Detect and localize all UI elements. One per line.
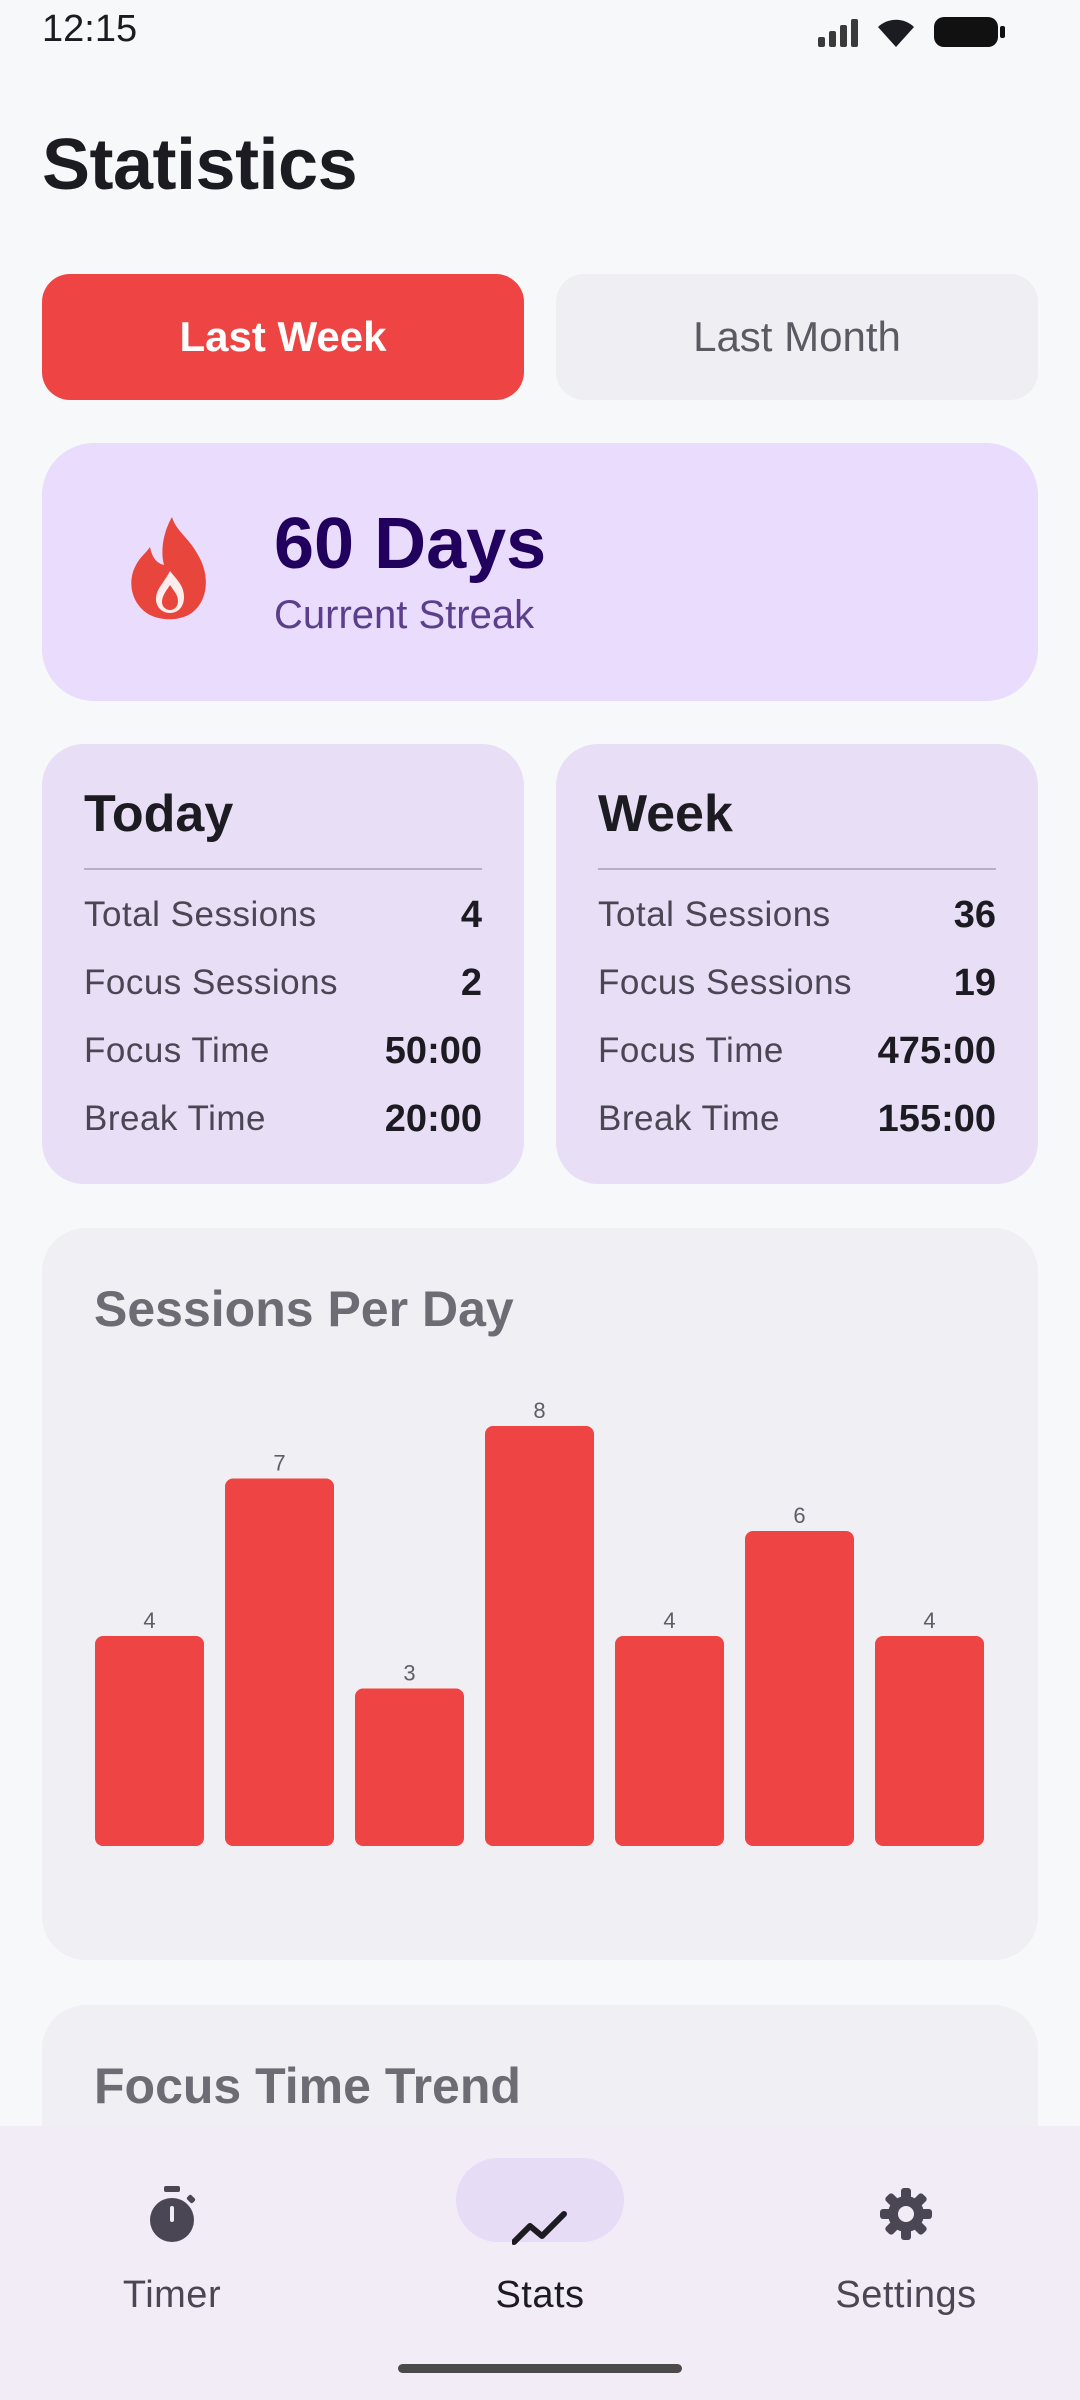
page-title: Statistics bbox=[42, 125, 358, 205]
home-indicator bbox=[398, 2364, 682, 2373]
sessions-bar-chart: 4 7 3 8 4 6 4 bbox=[95, 1398, 984, 1846]
week-stats-card: Week Total Sessions 36 Focus Sessions 19… bbox=[556, 744, 1038, 1184]
divider bbox=[84, 868, 482, 870]
card-title: Week bbox=[598, 785, 733, 843]
gear-icon bbox=[880, 2188, 932, 2240]
bar-data-label: 8 bbox=[533, 1398, 545, 1423]
nav-item-settings[interactable]: Settings bbox=[756, 2156, 1056, 2316]
card-title: Today bbox=[84, 785, 234, 843]
stopwatch-icon bbox=[150, 2186, 196, 2242]
bar-data-label: 6 bbox=[793, 1503, 805, 1528]
flame-icon bbox=[131, 517, 206, 620]
chart-bar bbox=[745, 1531, 854, 1846]
stat-label: Break Time bbox=[598, 1099, 780, 1138]
today-stats-card: Today Total Sessions 4 Focus Sessions 2 … bbox=[42, 744, 524, 1184]
nav-label-timer: Timer bbox=[122, 2274, 222, 2316]
nav-label-settings: Settings bbox=[835, 2274, 977, 2316]
chart-bar bbox=[485, 1426, 594, 1846]
chart-bar bbox=[875, 1636, 984, 1846]
tab-last-month[interactable]: Last Month bbox=[556, 274, 1038, 400]
nav-item-timer[interactable]: Timer bbox=[22, 2156, 322, 2316]
stat-row-focus-time: Focus Time 50:00 bbox=[84, 1026, 482, 1076]
stat-label: Focus Sessions bbox=[84, 963, 339, 1002]
stat-value: 50:00 bbox=[384, 1029, 482, 1072]
bar-data-label: 4 bbox=[143, 1608, 155, 1633]
stat-row-focus-time: Focus Time 475:00 bbox=[598, 1026, 996, 1076]
bar-data-label: 7 bbox=[273, 1451, 285, 1476]
streak-card: 60 Days Current Streak bbox=[42, 443, 1038, 701]
nav-label-stats: Stats bbox=[495, 2274, 585, 2316]
nav-item-stats[interactable]: Stats bbox=[390, 2156, 690, 2316]
stat-row-total-sessions: Total Sessions 36 bbox=[598, 890, 996, 940]
divider bbox=[598, 868, 996, 870]
stat-value: 36 bbox=[953, 893, 996, 936]
stat-label: Focus Sessions bbox=[598, 963, 853, 1002]
bar-data-label: 4 bbox=[923, 1608, 935, 1633]
status-icons bbox=[818, 12, 1006, 52]
stat-label: Total Sessions bbox=[84, 895, 317, 934]
stat-value: 19 bbox=[953, 961, 996, 1004]
trending-chart-icon bbox=[512, 2211, 567, 2245]
stat-row-break-time: Break Time 155:00 bbox=[598, 1094, 996, 1144]
stat-label: Total Sessions bbox=[598, 895, 831, 934]
wifi-icon bbox=[878, 19, 914, 47]
tab-last-week[interactable]: Last Week bbox=[42, 274, 524, 400]
stat-label: Break Time bbox=[84, 1099, 266, 1138]
stat-value: 155:00 bbox=[877, 1097, 996, 1140]
stat-row-focus-sessions: Focus Sessions 2 bbox=[84, 958, 482, 1008]
streak-label: Current Streak bbox=[274, 593, 535, 637]
stat-value: 4 bbox=[460, 893, 482, 936]
streak-value: 60 Days bbox=[274, 504, 547, 584]
bottom-navigation: Timer Stats Settings bbox=[0, 2126, 1080, 2400]
chart-bar bbox=[95, 1636, 204, 1846]
stat-value: 2 bbox=[460, 961, 482, 1004]
trend-title: Focus Time Trend bbox=[94, 2058, 521, 2114]
bar-data-label: 4 bbox=[663, 1608, 675, 1633]
battery-icon bbox=[934, 17, 1005, 47]
stat-value: 475:00 bbox=[877, 1029, 996, 1072]
stat-label: Focus Time bbox=[598, 1031, 784, 1070]
stat-row-total-sessions: Total Sessions 4 bbox=[84, 890, 482, 940]
stat-label: Focus Time bbox=[84, 1031, 270, 1070]
stat-row-break-time: Break Time 20:00 bbox=[84, 1094, 482, 1144]
chart-bar bbox=[225, 1478, 334, 1846]
bar-data-label: 3 bbox=[403, 1661, 415, 1686]
chart-bar bbox=[615, 1636, 724, 1846]
status-time: 12:15 bbox=[42, 8, 138, 50]
stat-row-focus-sessions: Focus Sessions 19 bbox=[598, 958, 996, 1008]
chart-bar bbox=[355, 1688, 464, 1846]
cellular-signal-icon bbox=[818, 17, 858, 47]
stat-value: 20:00 bbox=[384, 1097, 482, 1140]
sessions-per-day-card: Sessions Per Day 4738464 bbox=[42, 1228, 1038, 1960]
